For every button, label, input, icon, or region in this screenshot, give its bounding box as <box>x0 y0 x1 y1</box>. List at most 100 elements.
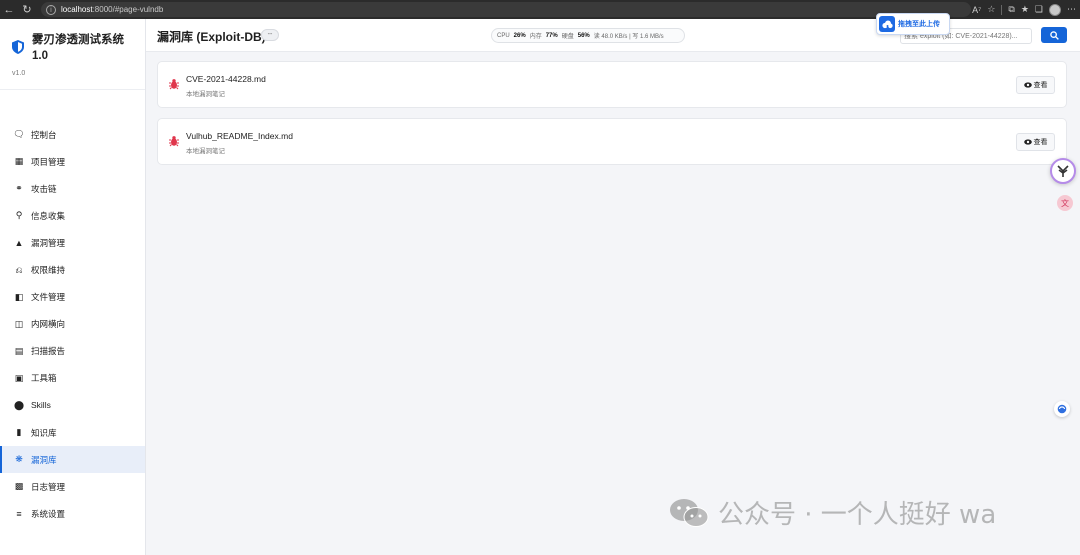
search-button[interactable] <box>1041 27 1067 43</box>
assistant-float-button[interactable] <box>1050 158 1076 184</box>
sidebar-item-5[interactable]: ⎌ 权限维持 <box>0 256 145 283</box>
sidebar-item-label: 控制台 <box>31 129 57 140</box>
project-icon: ▦ <box>14 156 24 167</box>
book-icon: ▮ <box>16 427 22 438</box>
view-button-label: 查看 <box>1033 82 1048 89</box>
sidebar-item-1[interactable]: ▦ 项目管理 <box>0 148 145 175</box>
sidebar-item-14[interactable]: ≡ 系统设置 <box>0 500 145 527</box>
network-icon: ◫ <box>14 318 24 329</box>
sidebar-item-7[interactable]: ◫ 内网横向 <box>0 311 145 338</box>
sidebar-item-13[interactable]: ▩ 日志管理 <box>0 473 145 500</box>
upload-label: 拖拽至此上传 <box>898 21 940 28</box>
chain-icon: ⚭ <box>15 183 23 194</box>
mem-label: 内存 <box>529 34 542 40</box>
pin-icon: ⎌ <box>15 264 23 275</box>
app-title: 雾刃渗透测试系统 1.0 <box>32 34 124 62</box>
view-button[interactable]: 查看 <box>1016 133 1055 151</box>
shield-icon <box>12 40 24 54</box>
page-header: 漏洞库 (Exploit-DB) -- CPU 26% 内存 77% 硬盘 56% 读… <box>146 13 1080 52</box>
warning-icon: ▲ <box>14 237 24 248</box>
sidebar-item-4[interactable]: ▲ 漏洞管理 <box>0 229 145 256</box>
sidebar-item-label: 系统设置 <box>31 508 66 519</box>
sidebar-item-label: 项目管理 <box>31 156 66 167</box>
sidebar-item-label: 漏洞库 <box>31 454 57 465</box>
vuln-entry-card[interactable]: CVE-2021-44228.md 本地漏洞笔记 查看 <box>157 61 1067 108</box>
folder-icon: ◧ <box>14 291 24 302</box>
entry-description: 本地漏洞笔记 <box>186 148 225 155</box>
sidebar-item-2[interactable]: ⚭ 攻击链 <box>0 175 145 202</box>
sidebar-item-12[interactable]: ❋ 漏洞库 <box>0 446 145 474</box>
sidebar-item-9[interactable]: ▣ 工具箱 <box>0 365 145 392</box>
bug-icon <box>169 136 179 147</box>
wechat-logo-icon <box>670 498 709 527</box>
cloud-upload-icon <box>879 16 895 32</box>
toolbox-icon: ▣ <box>14 372 24 383</box>
sidebar-nav: 🗨 控制台 ▦ 项目管理 ⚭ 攻击链 ⚲ 信息收集 ▲ 漏洞管理 ⎌ 权限维持 ◧ 文件管理 ◫ 内网横向 ▤ 扫… <box>0 121 145 527</box>
reload-icon[interactable]: ↻ <box>18 0 36 19</box>
system-stats: CPU 26% 内存 77% 硬盘 56% 读 48.0 KB/s | 写 1.6 M… <box>491 28 685 43</box>
sidebar-item-label: 漏洞管理 <box>31 237 66 248</box>
bug-icon <box>169 79 179 90</box>
sidebar-item-0[interactable]: 🗨 控制台 <box>0 121 145 148</box>
sidebar: 雾刃渗透测试系统 1.0 v1.0 🗨 控制台 ▦ 项目管理 ⚭ 攻击链 ⚲ 信息收集 ▲ 漏洞管… <box>0 19 146 555</box>
sidebar-item-label: 权限维持 <box>31 265 66 276</box>
cpu-label: CPU <box>497 32 510 39</box>
report-icon: ▤ <box>14 345 24 356</box>
sliders-icon: ≡ <box>16 508 22 519</box>
sidebar-item-label: 工具箱 <box>31 373 57 384</box>
sidebar-item-11[interactable]: ▮ 知识库 <box>0 419 145 446</box>
view-button[interactable]: 查看 <box>1016 76 1055 94</box>
page-title: 漏洞库 (Exploit-DB) <box>157 30 266 44</box>
count-badge: -- <box>261 29 279 41</box>
sidebar-item-6[interactable]: ◧ 文件管理 <box>0 284 145 311</box>
sidebar-item-label: 扫描报告 <box>31 346 66 357</box>
view-button-label: 查看 <box>1033 139 1048 146</box>
watermark-text: 公众号 · 一个人挺好 wa <box>718 500 997 530</box>
mem-value: 77% <box>545 32 558 39</box>
brain-icon: ⬤ <box>13 399 25 410</box>
sidebar-item-3[interactable]: ⚲ 信息收集 <box>0 202 145 229</box>
disk-value: 56% <box>577 32 590 39</box>
favorite-star-icon[interactable]: ☆ <box>987 4 995 15</box>
disk-label: 硬盘 <box>561 34 574 40</box>
bug-icon: ❋ <box>15 454 23 465</box>
sidebar-item-label: Skills <box>31 400 51 411</box>
sidebar-item-label: 知识库 <box>31 427 57 438</box>
address-bar[interactable]: i localhost:8000/#page-vulndb <box>41 2 971 17</box>
favorites-bar-icon[interactable]: ★ <box>1021 4 1029 15</box>
extensions-icon[interactable]: ⧉ <box>1008 4 1014 15</box>
entry-filename: CVE-2021-44228.md <box>186 74 266 84</box>
url-path: :8000/#page-vulndb <box>92 5 164 14</box>
profile-avatar[interactable] <box>1049 3 1061 16</box>
assistant-icon <box>1057 165 1069 177</box>
read-aloud-icon[interactable]: A⁷ <box>972 5 981 15</box>
back-icon[interactable]: ← <box>0 0 18 19</box>
translate-float-icon[interactable]: 文 <box>1057 195 1073 211</box>
cpu-value: 26% <box>513 32 526 39</box>
vuln-entry-card[interactable]: Vulhub_README_Index.md 本地漏洞笔记 查看 <box>157 118 1067 165</box>
chat-icon: 🗨 <box>13 129 25 140</box>
site-info-icon[interactable]: i <box>46 4 56 15</box>
sidebar-item-label: 信息收集 <box>31 210 66 221</box>
eye-icon <box>1023 82 1032 88</box>
entry-description: 本地漏洞笔记 <box>186 91 225 98</box>
search-icon <box>1049 30 1059 40</box>
eye-icon <box>1023 139 1032 145</box>
toolbar-divider <box>1001 4 1003 15</box>
clipboard-icon: ▩ <box>14 481 24 492</box>
brand-header: 雾刃渗透测试系统 1.0 v1.0 <box>0 19 145 90</box>
sidebar-item-label: 攻击链 <box>31 183 57 194</box>
sidebar-item-10[interactable]: ⬤ Skills <box>0 392 145 419</box>
url-host: localhost <box>61 5 93 14</box>
upload-dropzone[interactable]: 拖拽至此上传 <box>876 13 950 35</box>
sidebar-item-label: 文件管理 <box>31 292 66 303</box>
sidebar-item-label: 日志管理 <box>31 481 66 492</box>
app-version: v1.0 <box>12 70 26 77</box>
collections-icon[interactable]: ❏ <box>1035 4 1043 15</box>
sidebar-item-label: 内网横向 <box>31 319 66 330</box>
more-menu-icon[interactable]: ⋯ <box>1067 4 1076 15</box>
sidebar-item-8[interactable]: ▤ 扫描报告 <box>0 338 145 365</box>
search-icon: ⚲ <box>15 210 23 221</box>
chat-float-icon[interactable] <box>1054 401 1070 417</box>
network-io: 读 48.0 KB/s | 写 1.6 MB/s <box>593 34 664 40</box>
